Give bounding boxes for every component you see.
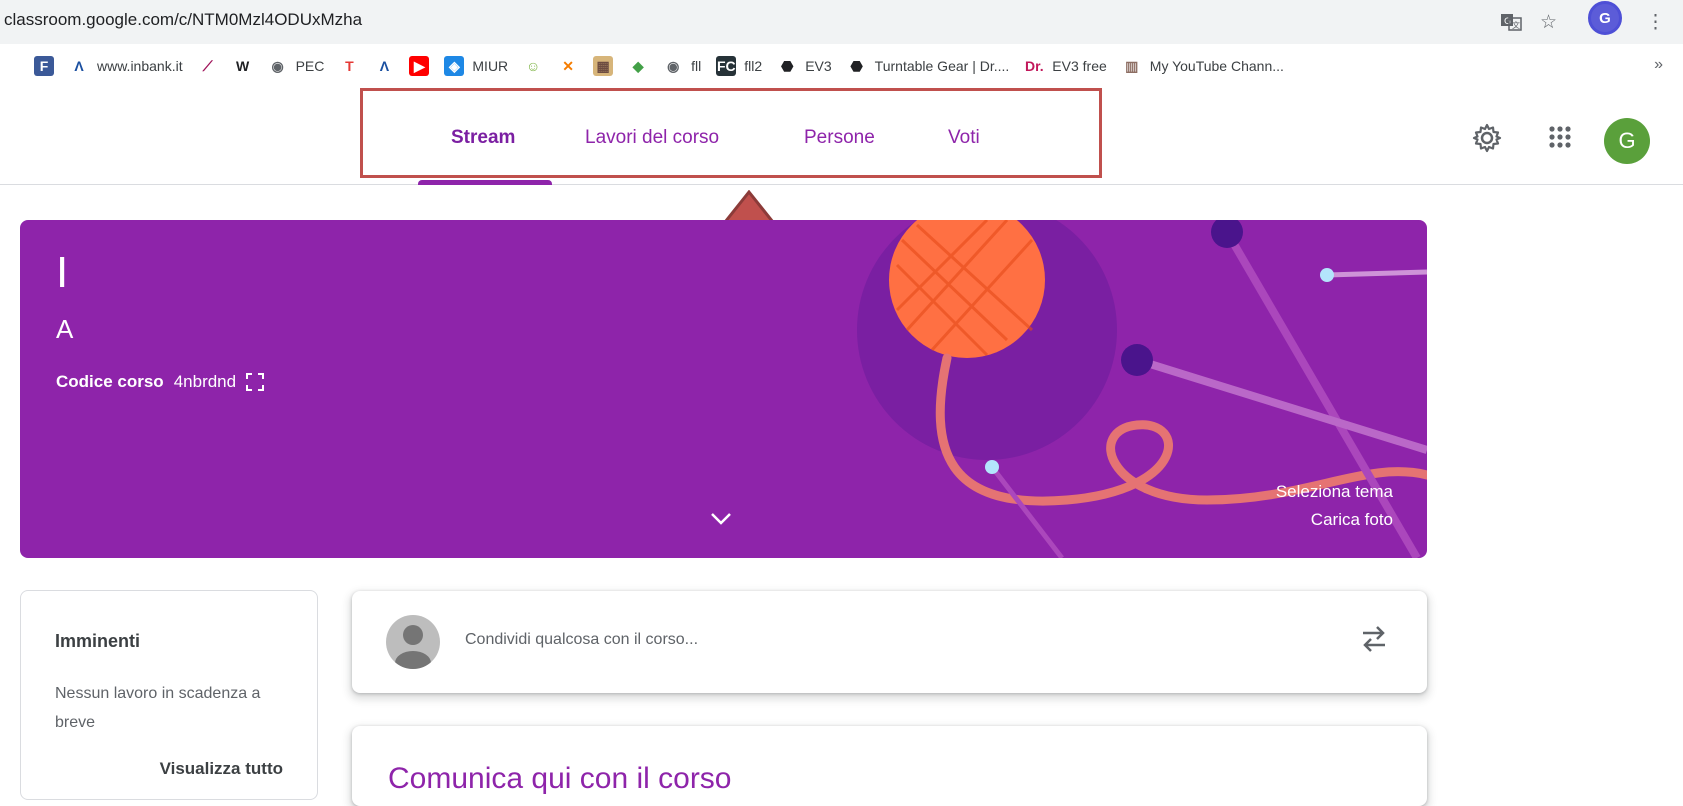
share-box[interactable]: Condividi qualcosa con il corso... bbox=[352, 591, 1427, 693]
svg-text:文: 文 bbox=[1512, 20, 1520, 30]
bookmark-icon: FC bbox=[716, 56, 737, 76]
settings-gear-icon[interactable] bbox=[1472, 123, 1502, 160]
upcoming-title: Imminenti bbox=[55, 631, 141, 651]
profile-avatar[interactable]: G bbox=[1588, 1, 1622, 35]
bookmark-item[interactable]: F bbox=[34, 56, 54, 76]
bookmark-item[interactable]: ▦ bbox=[593, 56, 614, 76]
course-code-label: Codice corso bbox=[56, 372, 164, 391]
bookmark-icon: F bbox=[34, 56, 54, 76]
bookmark-label: www.inbank.it bbox=[97, 58, 183, 74]
course-section: A bbox=[56, 314, 74, 344]
bookmark-label: EV3 free bbox=[1052, 58, 1107, 74]
announce-card[interactable]: Comunica qui con il corso bbox=[352, 726, 1427, 806]
course-title: I bbox=[56, 248, 69, 297]
bookmarks-overflow-button[interactable]: » bbox=[1654, 56, 1663, 74]
bookmark-icon: T bbox=[339, 56, 360, 76]
star-icon[interactable]: ☆ bbox=[1540, 8, 1557, 36]
translate-icon[interactable]: G文 bbox=[1500, 8, 1522, 36]
tab-persone[interactable]: Persone bbox=[804, 127, 875, 149]
bookmark-label: fll bbox=[691, 58, 702, 74]
browser-address-bar: classroom.google.com/c/NTM0Mzl4ODUxMzha … bbox=[0, 0, 1683, 44]
select-theme-link[interactable]: Seleziona tema bbox=[1276, 482, 1393, 502]
course-code-row: Codice corso 4nbrdnd bbox=[56, 372, 265, 392]
bookmark-icon: W bbox=[232, 56, 253, 76]
upload-photo-link[interactable]: Carica foto bbox=[1311, 510, 1393, 530]
view-all-link[interactable]: Visualizza tutto bbox=[160, 759, 283, 779]
bookmark-icon: ✕ bbox=[558, 56, 579, 76]
tab-stream[interactable]: Stream bbox=[451, 127, 515, 149]
bookmark-item[interactable]: ⬣ EV3 bbox=[777, 56, 832, 76]
user-avatar-icon bbox=[386, 615, 440, 669]
bookmark-icon: ◆ bbox=[628, 56, 649, 76]
bookmark-item[interactable]: ◆ bbox=[628, 56, 649, 76]
bookmark-label: PEC bbox=[295, 58, 325, 74]
bookmark-label: My YouTube Chann... bbox=[1149, 58, 1284, 74]
apps-grid-icon[interactable] bbox=[1546, 123, 1574, 158]
account-avatar[interactable]: G bbox=[1604, 118, 1650, 164]
bookmark-icon: Λ bbox=[374, 56, 395, 76]
upcoming-card: Imminenti Nessun lavoro in scadenza a br… bbox=[20, 590, 318, 800]
bookmark-icon: ◉ bbox=[267, 56, 288, 76]
bookmarks-bar: F Λwww.inbank.it ⟋ W ◉ PEC T Λ ▶ ◈ MIUR ☺ ✕ ▦ ◆ ◉ fll FC f… bbox=[0, 46, 1683, 86]
bookmark-icon: ▶ bbox=[409, 56, 430, 76]
bookmark-item[interactable]: ◉ fll bbox=[663, 56, 701, 76]
bookmark-icon: ⟋ bbox=[197, 56, 218, 76]
url-field[interactable]: classroom.google.com/c/NTM0Mzl4ODUxMzha bbox=[4, 10, 362, 30]
bookmark-icon: ☺ bbox=[523, 56, 544, 76]
course-banner: I A Codice corso 4nbrdnd Seleziona tema … bbox=[20, 220, 1427, 558]
bookmark-item[interactable]: Λ bbox=[374, 56, 395, 76]
bookmark-item[interactable]: Dr. EV3 free bbox=[1024, 56, 1107, 76]
bookmark-item[interactable]: ⬣ Turntable Gear | Dr.... bbox=[846, 56, 1010, 76]
bookmark-item[interactable]: ☺ bbox=[523, 56, 544, 76]
bookmark-item[interactable]: W bbox=[232, 56, 253, 76]
profile-letter: G bbox=[1588, 1, 1622, 35]
bookmark-item[interactable]: ✕ bbox=[558, 56, 579, 76]
upcoming-empty-text: Nessun lavoro in scadenza a breve bbox=[55, 685, 261, 731]
course-code-value: 4nbrdnd bbox=[173, 372, 237, 391]
active-tab-indicator bbox=[418, 180, 552, 185]
tab-lavori-del-corso[interactable]: Lavori del corso bbox=[585, 127, 719, 149]
bookmark-icon: ▥ bbox=[1121, 56, 1142, 76]
bookmark-icon: ▦ bbox=[593, 56, 614, 76]
bookmark-item[interactable]: ▶ bbox=[409, 56, 430, 76]
bookmark-item[interactable]: T bbox=[339, 56, 360, 76]
bookmark-icon: Dr. bbox=[1024, 56, 1045, 76]
bookmark-icon: ◉ bbox=[663, 56, 684, 76]
chevron-down-icon[interactable] bbox=[710, 506, 732, 532]
bookmark-label: EV3 bbox=[805, 58, 832, 74]
classroom-header: Stream Lavori del corso Persone Voti G bbox=[0, 88, 1683, 185]
bookmark-icon: ◈ bbox=[444, 56, 465, 76]
bookmark-icon: ⬣ bbox=[846, 56, 867, 76]
fullscreen-icon[interactable] bbox=[246, 373, 265, 391]
bookmark-item[interactable]: ▥ My YouTube Chann... bbox=[1121, 56, 1284, 76]
announce-text: Comunica qui con il corso bbox=[388, 762, 732, 795]
bookmark-label: MIUR bbox=[472, 58, 509, 74]
bookmark-icon: Λ bbox=[69, 56, 89, 76]
share-placeholder[interactable]: Condividi qualcosa con il corso... bbox=[465, 631, 698, 649]
bookmark-label: Turntable Gear | Dr.... bbox=[874, 58, 1010, 74]
kebab-menu-icon[interactable]: ⋮ bbox=[1646, 8, 1665, 36]
bookmark-icon: ⬣ bbox=[777, 56, 798, 76]
bookmark-item[interactable]: FC fll2 bbox=[716, 56, 762, 76]
tab-voti[interactable]: Voti bbox=[948, 127, 980, 149]
tabs-highlight-box: Stream Lavori del corso Persone Voti bbox=[360, 88, 1102, 178]
bookmark-label: fll2 bbox=[744, 58, 763, 74]
bookmark-item[interactable]: ◈ MIUR bbox=[444, 56, 508, 76]
bookmark-item[interactable]: ◉ PEC bbox=[267, 56, 325, 76]
repost-icon[interactable] bbox=[1359, 621, 1389, 657]
yarn-illustration bbox=[857, 220, 1427, 558]
bookmark-item[interactable]: Λwww.inbank.it bbox=[69, 56, 183, 76]
bookmark-item[interactable]: ⟋ bbox=[197, 56, 218, 76]
